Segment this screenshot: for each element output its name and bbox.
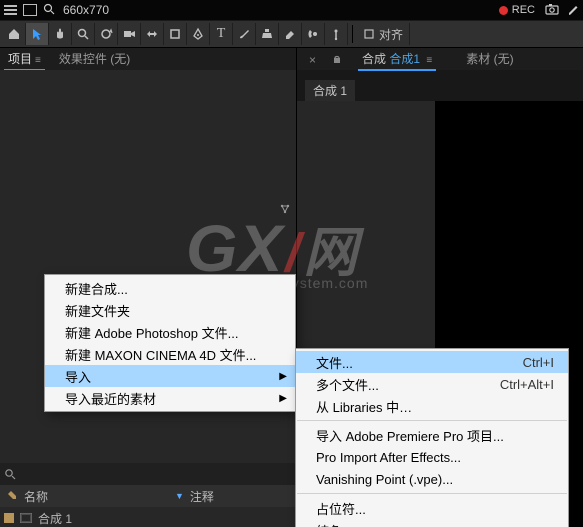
lock-icon[interactable] xyxy=(330,50,344,70)
sort-arrow-icon[interactable]: ▼ xyxy=(169,491,190,501)
menu-item[interactable]: 新建 MAXON CINEMA 4D 文件... xyxy=(45,343,295,365)
shape-tool[interactable] xyxy=(164,23,187,45)
home-tool[interactable] xyxy=(3,23,26,45)
selection-tool[interactable] xyxy=(26,23,49,45)
search-icon xyxy=(4,468,16,480)
submenu-arrow-icon: ▶ xyxy=(279,393,287,404)
project-list-header: 名称 ▼ 注释 xyxy=(0,485,296,507)
search-icon[interactable] xyxy=(43,3,55,18)
shortcut-label: Ctrl+I xyxy=(523,355,554,370)
menu-item[interactable]: 从 Libraries 中… xyxy=(296,395,568,417)
menu-item[interactable]: 新建文件夹 xyxy=(45,299,295,321)
footage-tab[interactable]: 素材 (无) xyxy=(462,47,517,70)
menu-item[interactable]: 文件...Ctrl+I xyxy=(296,351,568,373)
menu-item[interactable]: 纯色... xyxy=(296,519,568,527)
tag-column-icon[interactable] xyxy=(4,489,20,503)
comp-chip[interactable]: 合成 1 xyxy=(305,80,355,101)
tool-bar: T 对齐 xyxy=(0,20,583,48)
eraser-tool[interactable] xyxy=(279,23,302,45)
search-input[interactable] xyxy=(20,466,292,482)
align-button[interactable]: 对齐 xyxy=(357,23,410,45)
menu-item[interactable]: 占位符... xyxy=(296,497,568,519)
effect-controls-tab[interactable]: 效果控件 (无) xyxy=(55,47,134,70)
menu-item[interactable]: 新建合成... xyxy=(45,277,295,299)
pen-tool[interactable] xyxy=(187,23,210,45)
zoom-tool[interactable] xyxy=(72,23,95,45)
brush-tool[interactable] xyxy=(233,23,256,45)
window-frame-icon[interactable] xyxy=(23,4,37,16)
pan-behind-tool[interactable] xyxy=(141,23,164,45)
project-context-menu: 新建合成...新建文件夹新建 Adobe Photoshop 文件...新建 M… xyxy=(44,274,296,412)
import-submenu: 文件...Ctrl+I多个文件...Ctrl+Alt+I从 Libraries … xyxy=(295,348,569,527)
menu-item[interactable]: 导入最近的素材▶ xyxy=(45,387,295,409)
menu-separator xyxy=(297,493,567,494)
menu-separator xyxy=(297,420,567,421)
camera-icon[interactable] xyxy=(545,3,559,18)
item-name: 合成 1 xyxy=(38,510,72,527)
menu-item[interactable]: 多个文件...Ctrl+Alt+I xyxy=(296,373,568,395)
align-label: 对齐 xyxy=(379,26,403,43)
project-search[interactable] xyxy=(0,463,296,485)
menu-item[interactable]: 导入 Adobe Premiere Pro 项目... xyxy=(296,424,568,446)
hand-tool[interactable] xyxy=(49,23,72,45)
submenu-arrow-icon: ▶ xyxy=(279,371,287,382)
name-column[interactable]: 名称 xyxy=(20,488,169,505)
project-tab[interactable]: 项目≡ xyxy=(4,47,45,70)
menu-item[interactable]: Pro Import After Effects... xyxy=(296,446,568,468)
pencil-icon[interactable] xyxy=(567,3,579,18)
menu-item[interactable]: 导入▶ xyxy=(45,365,295,387)
panel-options-icon[interactable] xyxy=(278,202,292,216)
clone-stamp-tool[interactable] xyxy=(256,23,279,45)
type-tool[interactable]: T xyxy=(210,23,233,45)
orbit-tool[interactable] xyxy=(95,23,118,45)
menu-item[interactable]: Vanishing Point (.vpe)... xyxy=(296,468,568,490)
puppet-tool[interactable] xyxy=(325,23,348,45)
shortcut-label: Ctrl+Alt+I xyxy=(500,377,554,392)
record-label: REC xyxy=(512,4,535,16)
title-bar: 660x770 REC xyxy=(0,0,583,20)
panel-grip-icon[interactable]: × xyxy=(305,50,320,70)
record-indicator-icon xyxy=(499,6,508,15)
roto-tool[interactable] xyxy=(302,23,325,45)
project-item-row[interactable]: 合成 1 xyxy=(0,507,296,527)
camera-tool[interactable] xyxy=(118,23,141,45)
comment-column[interactable]: 注释 xyxy=(190,488,296,505)
item-label-color xyxy=(4,513,14,523)
menu-icon[interactable] xyxy=(4,5,17,15)
composition-tab[interactable]: 合成 合成1 ≡ xyxy=(358,47,436,70)
menu-item[interactable]: 新建 Adobe Photoshop 文件... xyxy=(45,321,295,343)
canvas-dimensions: 660x770 xyxy=(63,3,109,17)
composition-icon xyxy=(20,513,32,523)
